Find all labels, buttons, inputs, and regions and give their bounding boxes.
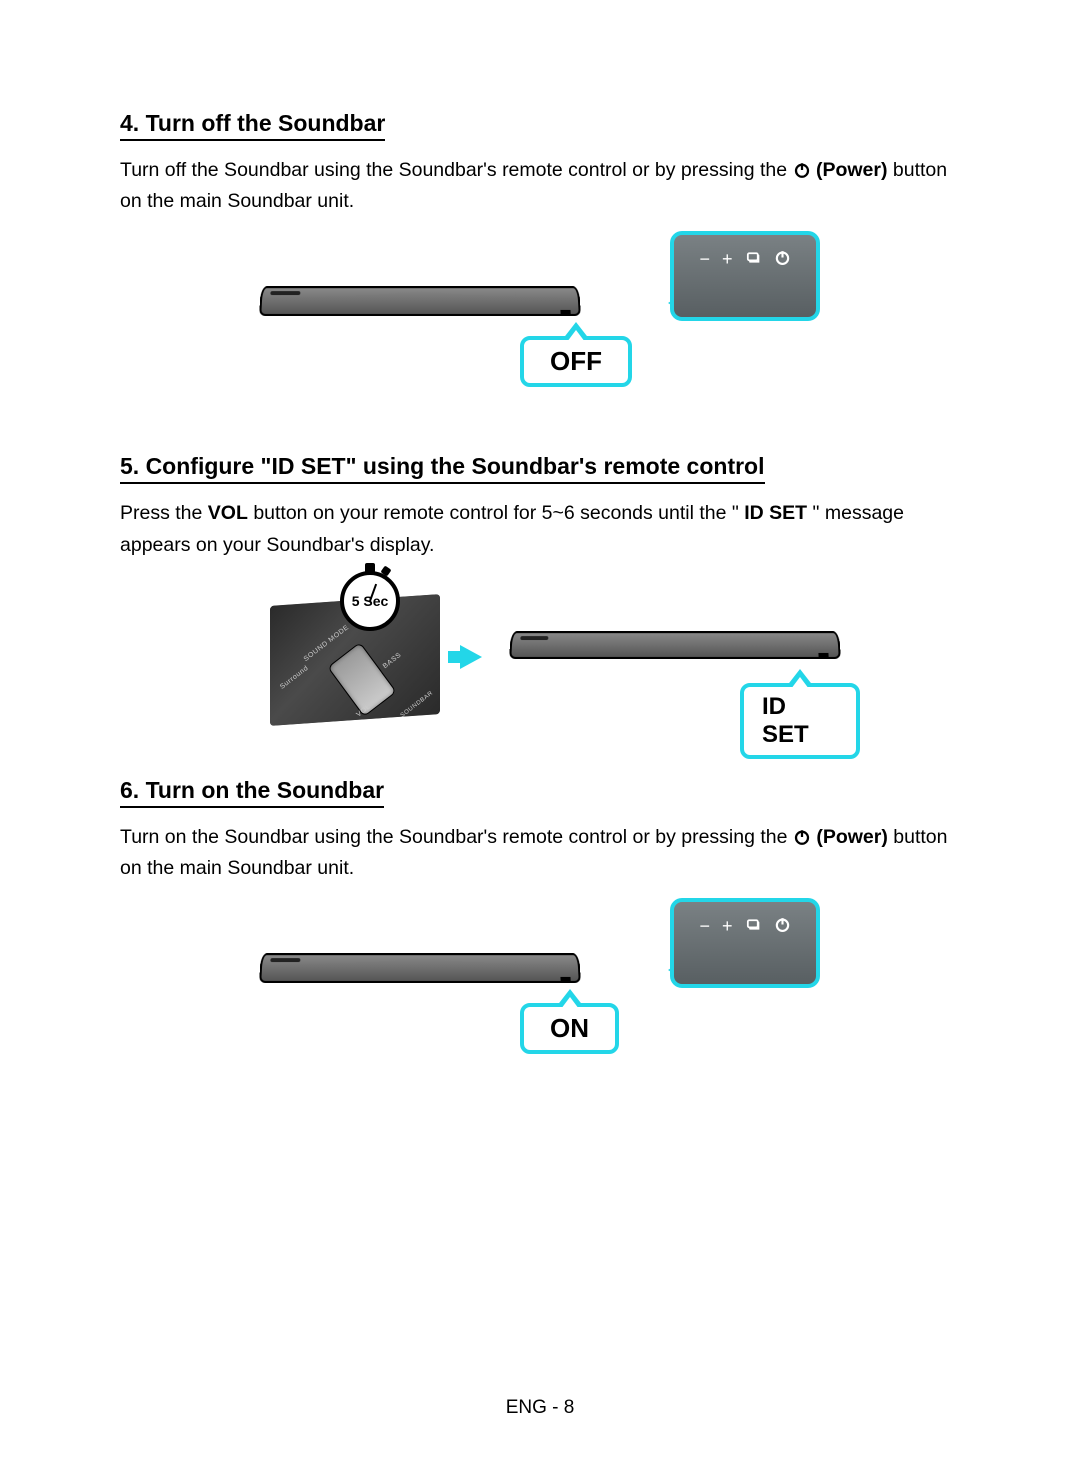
- step-6-text: Turn on the Soundbar using the Soundbar'…: [120, 822, 960, 884]
- power-icon: [793, 159, 816, 181]
- off-label-bubble: OFF: [520, 336, 632, 387]
- step-6-heading: 6. Turn on the Soundbar: [120, 777, 384, 808]
- power-label: (Power): [816, 826, 888, 848]
- power-icon: [774, 916, 791, 938]
- arrow-right-icon: [460, 645, 482, 669]
- source-icon: [745, 249, 762, 271]
- soundbar-body: [259, 287, 581, 317]
- step-5-heading: 5. Configure "ID SET" using the Soundbar…: [120, 453, 765, 484]
- page-number: ENG - 8: [0, 1397, 1080, 1419]
- source-icon: [745, 916, 762, 938]
- idset-label-bubble: ID SET: [740, 683, 860, 759]
- soundbar-body: [509, 631, 841, 659]
- diagram-idset: Surround SOUND MODE BASS VOL SOUNDBAR 5 …: [220, 575, 860, 735]
- step-5-text: Press the VOL button on your remote cont…: [120, 498, 960, 560]
- power-icon: [793, 826, 816, 848]
- step-5-text-a: Press the: [120, 502, 208, 524]
- minus-icon: −: [699, 249, 710, 270]
- plus-icon: +: [722, 916, 733, 937]
- step-4-text-a: Turn off the Soundbar using the Soundbar…: [120, 159, 793, 181]
- step-4-text: Turn off the Soundbar using the Soundbar…: [120, 155, 960, 217]
- diagram-soundbar-off: − + OFF: [260, 231, 820, 411]
- step-6-text-a: Turn on the Soundbar using the Soundbar'…: [120, 826, 793, 848]
- control-panel: − +: [670, 898, 820, 988]
- power-icon: [774, 249, 791, 271]
- stopwatch-icon: 5 Sec: [340, 571, 400, 631]
- step-5: 5. Configure "ID SET" using the Soundbar…: [120, 453, 960, 734]
- step-4-heading: 4. Turn off the Soundbar: [120, 110, 385, 141]
- diagram-soundbar-on: − + ON: [260, 898, 820, 1078]
- power-label: (Power): [816, 159, 888, 181]
- step-5-text-b: button on your remote control for 5~6 se…: [253, 502, 739, 524]
- soundbar-body: [259, 953, 581, 983]
- vol-label: VOL: [208, 502, 248, 524]
- idset-label-inline: ID SET: [744, 502, 807, 524]
- control-panel: − +: [670, 231, 820, 321]
- step-6: 6. Turn on the Soundbar Turn on the Soun…: [120, 777, 960, 1078]
- step-4: 4. Turn off the Soundbar Turn off the So…: [120, 110, 960, 411]
- on-label-bubble: ON: [520, 1003, 619, 1054]
- plus-icon: +: [722, 249, 733, 270]
- minus-icon: −: [699, 916, 710, 937]
